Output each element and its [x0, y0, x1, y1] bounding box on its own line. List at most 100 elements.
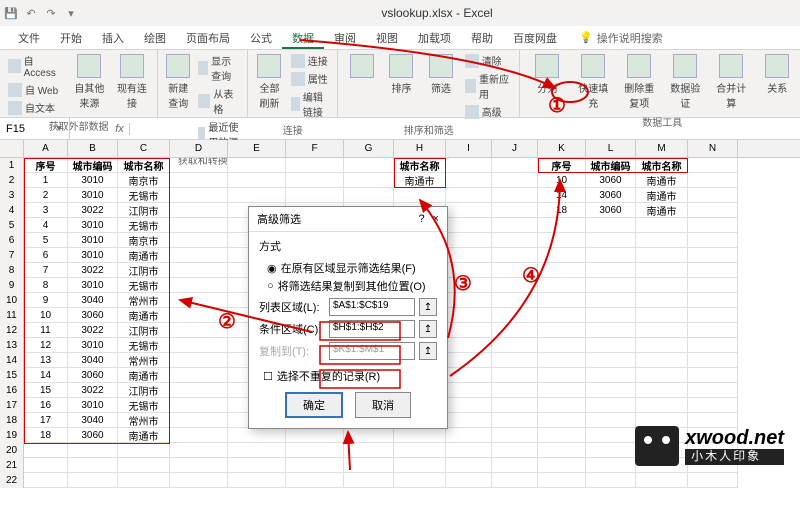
cell[interactable]	[228, 458, 286, 473]
row-header[interactable]: 6	[0, 233, 24, 248]
undo-icon[interactable]: ↶	[24, 6, 38, 20]
row-header[interactable]: 9	[0, 278, 24, 293]
cell[interactable]	[586, 413, 636, 428]
cell[interactable]	[538, 473, 586, 488]
cell[interactable]	[170, 233, 228, 248]
cell[interactable]	[228, 188, 286, 203]
cell[interactable]	[286, 158, 344, 173]
cell[interactable]	[586, 368, 636, 383]
cell[interactable]	[446, 368, 492, 383]
cell[interactable]	[344, 473, 394, 488]
cell[interactable]	[636, 338, 688, 353]
cell[interactable]	[492, 338, 538, 353]
tab-file[interactable]: 文件	[8, 26, 50, 49]
cell[interactable]	[586, 383, 636, 398]
col-header[interactable]: J	[492, 140, 538, 157]
cell[interactable]	[446, 443, 492, 458]
cell[interactable]	[688, 383, 738, 398]
relationships-button[interactable]: 关系	[756, 52, 798, 97]
cell[interactable]	[586, 308, 636, 323]
cell[interactable]	[688, 323, 738, 338]
from-text-button[interactable]: 自文本	[6, 99, 66, 116]
row-header[interactable]: 13	[0, 338, 24, 353]
cell[interactable]: 16	[24, 398, 68, 413]
col-header[interactable]: L	[586, 140, 636, 157]
cell[interactable]	[492, 248, 538, 263]
list-range-input[interactable]: $A$1:$C$19	[329, 298, 415, 316]
cell[interactable]	[492, 233, 538, 248]
row-header[interactable]: 1	[0, 158, 24, 173]
col-header[interactable]: E	[228, 140, 286, 157]
flash-fill-button[interactable]: 快速填充	[572, 52, 614, 112]
tab-layout[interactable]: 页面布局	[176, 26, 240, 49]
sort-az-button[interactable]	[344, 52, 379, 80]
cell[interactable]	[170, 173, 228, 188]
cell[interactable]: 南通市	[118, 308, 170, 323]
cell[interactable]	[492, 188, 538, 203]
cell[interactable]: 3060	[586, 173, 636, 188]
refresh-all-button[interactable]: 全部刷新	[254, 52, 284, 112]
cell[interactable]	[344, 443, 394, 458]
cell[interactable]: 13	[24, 353, 68, 368]
tab-draw[interactable]: 绘图	[134, 26, 176, 49]
filter-button[interactable]: 筛选	[423, 52, 458, 97]
row-header[interactable]: 12	[0, 323, 24, 338]
cell[interactable]: 南通市	[636, 203, 688, 218]
from-table-button[interactable]: 从表格	[196, 85, 241, 117]
col-header[interactable]: G	[344, 140, 394, 157]
clear-filter-button[interactable]: 清除	[463, 52, 514, 69]
cell[interactable]: 8	[24, 278, 68, 293]
cell[interactable]	[636, 263, 688, 278]
col-header[interactable]: I	[446, 140, 492, 157]
cell[interactable]	[586, 278, 636, 293]
cell[interactable]	[24, 473, 68, 488]
tell-me[interactable]: 💡 操作说明搜索	[579, 26, 663, 49]
cell[interactable]: 南通市	[118, 248, 170, 263]
cell[interactable]	[688, 473, 738, 488]
sort-button[interactable]: 排序	[384, 52, 419, 97]
cell[interactable]	[446, 473, 492, 488]
cell[interactable]	[68, 473, 118, 488]
cell[interactable]	[228, 158, 286, 173]
radio-filter-in-place[interactable]: ◉在原有区域显示筛选结果(F)	[267, 260, 437, 276]
cell[interactable]	[344, 188, 394, 203]
cell[interactable]	[586, 233, 636, 248]
select-all-corner[interactable]	[0, 140, 24, 157]
cell[interactable]: 无锡市	[118, 218, 170, 233]
col-header[interactable]: C	[118, 140, 170, 157]
cell[interactable]	[492, 398, 538, 413]
cell[interactable]: 南通市	[118, 368, 170, 383]
cell[interactable]	[636, 233, 688, 248]
cell[interactable]	[636, 368, 688, 383]
cell[interactable]: 3022	[68, 323, 118, 338]
row-header[interactable]: 17	[0, 398, 24, 413]
chevron-down-icon[interactable]: ▼	[55, 124, 63, 133]
cell[interactable]	[446, 323, 492, 338]
cell[interactable]	[286, 188, 344, 203]
cell[interactable]	[492, 278, 538, 293]
cell[interactable]	[586, 473, 636, 488]
row-header[interactable]: 2	[0, 173, 24, 188]
cell[interactable]	[446, 338, 492, 353]
cell[interactable]: 南京市	[118, 173, 170, 188]
cell[interactable]	[394, 458, 446, 473]
cell[interactable]	[446, 158, 492, 173]
cell[interactable]: 14	[24, 368, 68, 383]
cell[interactable]	[538, 353, 586, 368]
cell[interactable]	[446, 173, 492, 188]
cell[interactable]: 无锡市	[118, 278, 170, 293]
other-sources-button[interactable]: 自其他来源	[70, 52, 109, 112]
row-header[interactable]: 11	[0, 308, 24, 323]
cell[interactable]: 3010	[68, 188, 118, 203]
col-header[interactable]: N	[688, 140, 738, 157]
cell[interactable]	[446, 293, 492, 308]
cell[interactable]: 序号	[24, 158, 68, 173]
cell[interactable]	[492, 263, 538, 278]
cell[interactable]	[586, 458, 636, 473]
cell[interactable]: 南京市	[118, 233, 170, 248]
radio-copy-to-location[interactable]: ○将筛选结果复制到其他位置(O)	[267, 278, 437, 294]
cell[interactable]: 3060	[586, 188, 636, 203]
col-header[interactable]: H	[394, 140, 446, 157]
cell[interactable]	[170, 368, 228, 383]
cell[interactable]	[118, 443, 170, 458]
